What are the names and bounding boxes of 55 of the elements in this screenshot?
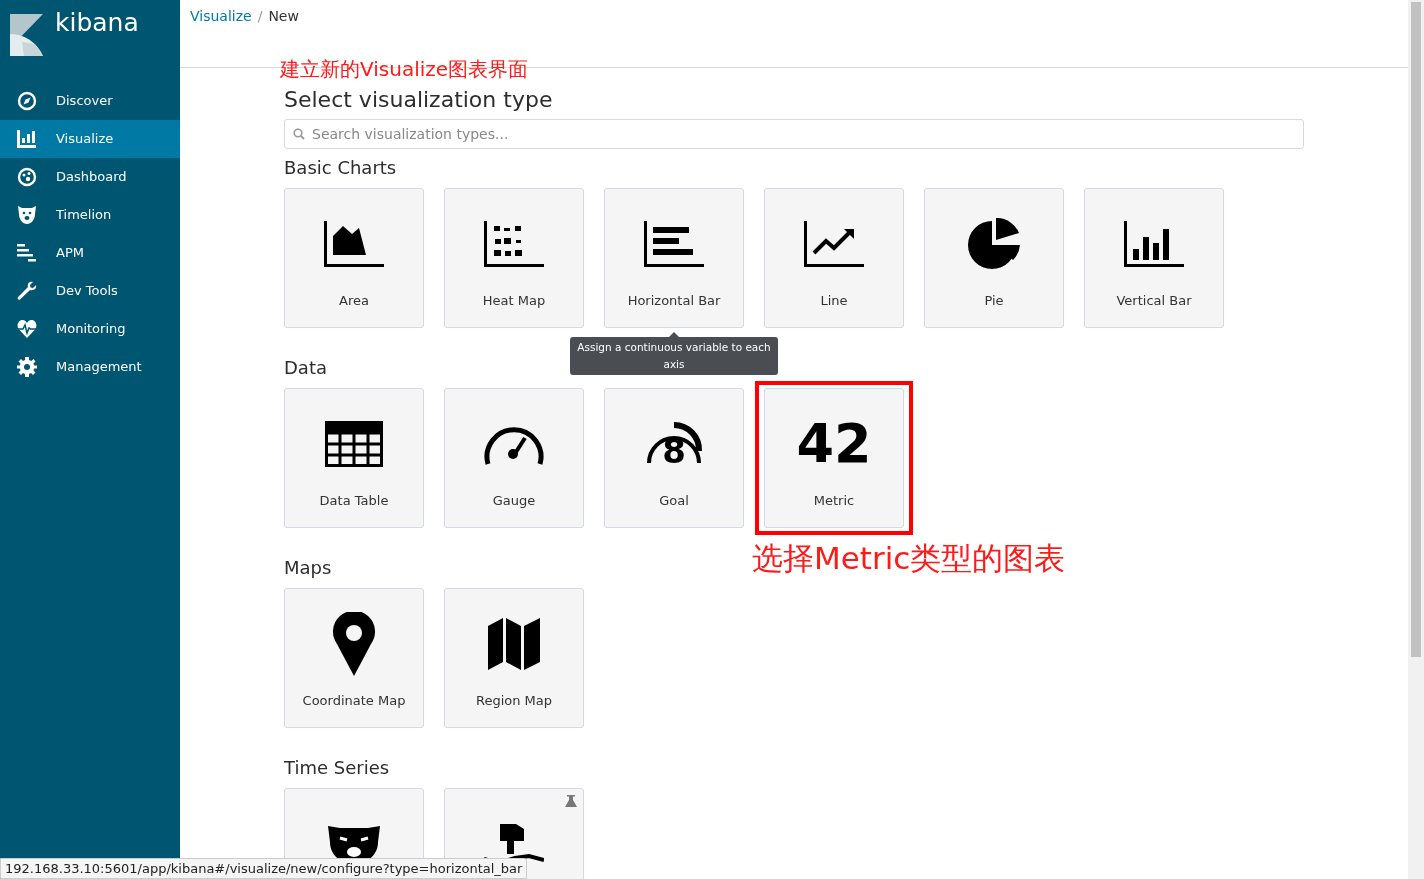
url-tooltip: 192.168.33.10:5601/app/kibana#/visualize/new/configure?type=horizontal_bar: [0, 858, 528, 879]
section-heading: Data: [284, 356, 327, 380]
folded-map-icon: [488, 618, 540, 670]
bear-icon: [17, 206, 37, 224]
nav-item[interactable]: Visualize: [0, 120, 180, 158]
nav-item[interactable]: Management: [0, 348, 180, 386]
visualization-type-card[interactable]: Gauge: [444, 388, 584, 528]
nav-item[interactable]: Discover: [0, 82, 180, 120]
section-heading: Time Series: [284, 756, 390, 780]
vertical-bar-chart-icon: [1124, 221, 1184, 267]
metric-value: 42: [796, 417, 872, 471]
area-chart-icon: [324, 221, 384, 267]
annotation-text: 建立新的Visualize图表界面: [280, 56, 529, 82]
search-icon: [293, 128, 305, 140]
nav-item[interactable]: Monitoring: [0, 310, 180, 348]
visualization-type-card[interactable]: Line: [764, 188, 904, 328]
kibana-logo-icon: [10, 14, 43, 56]
nav-item[interactable]: APM: [0, 234, 180, 272]
breadcrumb-separator: /: [257, 7, 263, 26]
table-icon: [325, 421, 383, 467]
breadcrumb-link[interactable]: Visualize: [190, 6, 252, 27]
signpost-icon: [484, 824, 544, 864]
heat-map-icon: [484, 221, 544, 267]
nav-item[interactable]: Dev Tools: [0, 272, 180, 310]
visualization-type-card[interactable]: Heat Map: [444, 188, 584, 328]
map-pin-icon: [333, 612, 375, 676]
nav-item[interactable]: Timelion: [0, 196, 180, 234]
bar-chart-icon: [17, 130, 37, 148]
visualization-type-card[interactable]: 42 Metric: [755, 381, 913, 535]
visualization-type-card[interactable]: Vertical Bar: [1084, 188, 1224, 328]
breadcrumb-current: New: [268, 7, 299, 26]
dashboard-icon: [17, 167, 37, 187]
visualization-type-card[interactable]: Pie: [924, 188, 1064, 328]
settings-icon: [17, 357, 37, 377]
flask-icon: [565, 795, 577, 807]
visualization-type-card[interactable]: Horizontal Bar: [604, 188, 744, 328]
visualization-type-card[interactable]: Area: [284, 188, 424, 328]
visualization-type-card[interactable]: Region Map: [444, 588, 584, 728]
wrench-icon: [17, 281, 37, 301]
visualization-type-card[interactable]: Coordinate Map: [284, 588, 424, 728]
section-heading: Basic Charts: [284, 156, 397, 180]
visualization-type-card[interactable]: Data Table: [284, 388, 424, 528]
annotation-text: 选择Metric类型的图表: [752, 539, 1066, 578]
line-chart-icon: [804, 221, 864, 267]
compass-icon: [17, 91, 37, 111]
pie-chart-icon: [967, 218, 1021, 270]
page-title: Select visualization type: [284, 86, 553, 114]
search-field[interactable]: Search visualization types...: [284, 119, 1304, 149]
nav-item[interactable]: Dashboard: [0, 158, 180, 196]
tooltip-pointer: [668, 332, 680, 338]
horizontal-bar-chart-icon: [644, 221, 704, 267]
section-heading: Maps: [284, 556, 332, 580]
heart-icon: [17, 320, 37, 338]
lines-icon: [17, 244, 37, 262]
kibana-logo-text: kibana: [55, 10, 139, 35]
